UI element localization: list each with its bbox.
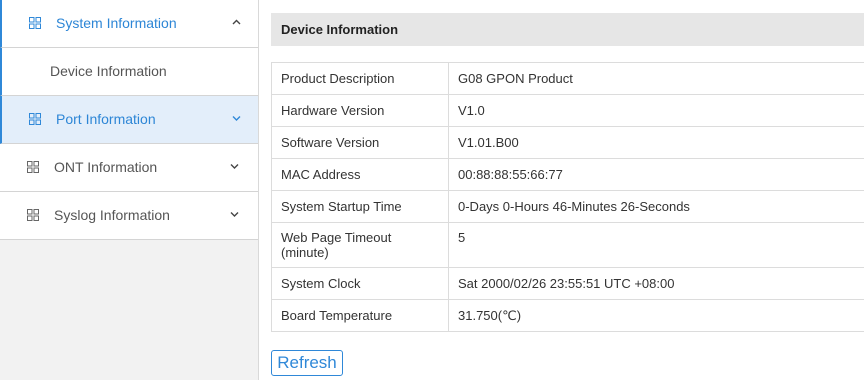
chevron-down-icon[interactable] bbox=[229, 162, 240, 170]
section-title: Device Information bbox=[281, 22, 399, 37]
sidebar-item-ont-information[interactable]: ONT Information bbox=[0, 144, 258, 192]
row-key: Product Description bbox=[271, 62, 449, 95]
refresh-button[interactable]: Refresh bbox=[271, 350, 343, 376]
row-key: Board Temperature bbox=[271, 299, 449, 332]
table-row: System Clock Sat 2000/02/26 23:55:51 UTC… bbox=[271, 267, 864, 300]
sidebar-item-syslog-information[interactable]: Syslog Information bbox=[0, 192, 258, 240]
row-value: 0-Days 0-Hours 46-Minutes 26-Seconds bbox=[448, 190, 864, 223]
chevron-down-icon[interactable] bbox=[229, 210, 240, 218]
row-value: 5 bbox=[448, 222, 864, 268]
row-value: Sat 2000/02/26 23:55:51 UTC +08:00 bbox=[448, 267, 864, 300]
row-key: MAC Address bbox=[271, 158, 449, 191]
grid-icon bbox=[27, 209, 39, 221]
row-value: V1.01.B00 bbox=[448, 126, 864, 159]
table-row: Software Version V1.01.B00 bbox=[271, 126, 864, 159]
sidebar-item-label: Syslog Information bbox=[54, 207, 170, 223]
sidebar-item-label: Port Information bbox=[56, 111, 156, 127]
table-row: Board Temperature 31.750(℃) bbox=[271, 299, 864, 332]
sidebar-subitem-label: Device Information bbox=[50, 63, 167, 79]
row-key: Hardware Version bbox=[271, 94, 449, 127]
row-key: Web Page Timeout (minute) bbox=[271, 222, 449, 268]
row-value: G08 GPON Product bbox=[448, 62, 864, 95]
table-row: Hardware Version V1.0 bbox=[271, 94, 864, 127]
sidebar-item-system-information[interactable]: System Information bbox=[0, 0, 258, 48]
sidebar-item-port-information[interactable]: Port Information bbox=[0, 96, 258, 144]
sidebar: System Information Device Information Po… bbox=[0, 0, 259, 380]
grid-icon bbox=[29, 113, 41, 125]
grid-icon bbox=[29, 17, 41, 29]
main-content: Device Information Product Description G… bbox=[271, 0, 864, 380]
row-key: System Startup Time bbox=[271, 190, 449, 223]
row-value: V1.0 bbox=[448, 94, 864, 127]
sidebar-item-label: System Information bbox=[56, 15, 177, 31]
grid-icon bbox=[27, 161, 39, 173]
table-row: Web Page Timeout (minute) 5 bbox=[271, 222, 864, 268]
chevron-down-icon[interactable] bbox=[231, 114, 242, 122]
row-key: Software Version bbox=[271, 126, 449, 159]
row-value: 00:88:88:55:66:77 bbox=[448, 158, 864, 191]
table-row: System Startup Time 0-Days 0-Hours 46-Mi… bbox=[271, 190, 864, 223]
device-info-table: Product Description G08 GPON Product Har… bbox=[271, 62, 864, 332]
sidebar-item-label: ONT Information bbox=[54, 159, 158, 175]
chevron-up-icon[interactable] bbox=[231, 18, 242, 26]
sidebar-menu: System Information Device Information Po… bbox=[0, 0, 258, 240]
sidebar-subitem-device-information[interactable]: Device Information bbox=[0, 48, 258, 96]
row-key: System Clock bbox=[271, 267, 449, 300]
section-header: Device Information bbox=[271, 13, 864, 46]
row-value: 31.750(℃) bbox=[448, 299, 864, 332]
table-row: MAC Address 00:88:88:55:66:77 bbox=[271, 158, 864, 191]
table-row: Product Description G08 GPON Product bbox=[271, 62, 864, 95]
